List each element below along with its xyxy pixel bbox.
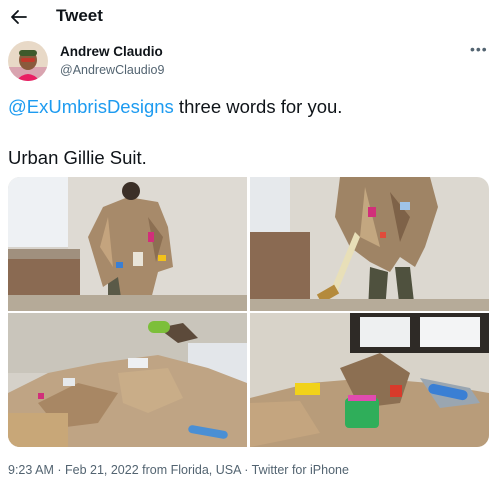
media-photo-3[interactable] [8,313,247,447]
tweet-time[interactable]: 9:23 AM [8,463,54,477]
tweet-source[interactable]: Twitter for iPhone [252,463,349,477]
more-dots-icon[interactable]: ••• [470,42,488,56]
separator: · [240,463,252,477]
media-grid [8,177,489,447]
tweet-text-line-1: @ExUmbrisDesigns three words for you. [8,95,342,119]
tweet-header: Tweet [0,0,500,34]
tweet-text-line-2: Urban Gillie Suit. [8,147,147,168]
avatar[interactable] [8,41,48,81]
author-handle[interactable]: @AndrewClaudio9 [60,62,164,78]
arrow-left-icon[interactable] [8,6,30,28]
media-photo-2[interactable] [250,177,489,311]
mention-link[interactable]: @ExUmbrisDesigns [8,96,174,117]
tweet-date-location: Feb 21, 2022 from Florida, USA [64,463,241,477]
media-photo-4[interactable] [250,313,489,447]
media-photo-1[interactable] [8,177,247,311]
tweet-meta: 9:23 AM · Feb 21, 2022 from Florida, USA… [8,462,349,478]
separator: · [53,463,65,477]
author-name[interactable]: Andrew Claudio [60,44,163,60]
tweet-text: three words for you. [173,96,343,117]
page-title: Tweet [56,6,103,25]
